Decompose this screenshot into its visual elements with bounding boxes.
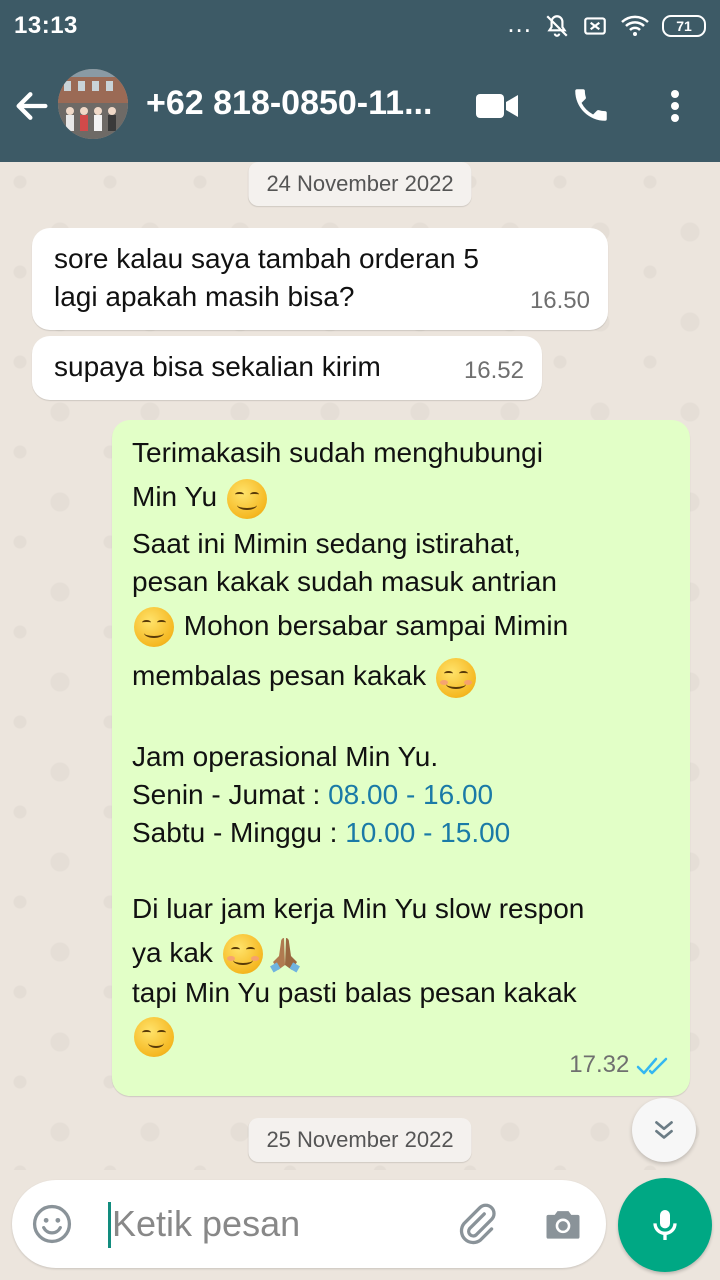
double-check-icon xyxy=(636,1057,668,1074)
contact-name[interactable]: +62 818-0850-11... xyxy=(146,84,432,123)
scroll-down-button[interactable] xyxy=(632,1098,696,1162)
hours-value[interactable]: 08.00 - 16.00 xyxy=(328,779,493,810)
video-call-icon[interactable] xyxy=(474,88,520,124)
mic-button[interactable] xyxy=(618,1178,712,1272)
chat-header: +62 818-0850-11... xyxy=(0,52,720,162)
emoji-icon[interactable] xyxy=(30,1202,74,1246)
message-text-line: Mohon bersabar sampai Mimin xyxy=(132,607,670,648)
message-text: membalas pesan kakak xyxy=(132,660,427,692)
hours-label: Sabtu - Minggu : xyxy=(132,816,346,848)
message-text-line: Terimakasih sudah menghubungi xyxy=(132,437,543,468)
notifications-muted-icon xyxy=(546,15,568,37)
scroll-down-icon xyxy=(655,1121,673,1139)
message-composer xyxy=(12,1180,606,1268)
message-text-line: Saat ini Mimin sedang istirahat, xyxy=(132,527,522,559)
attach-icon[interactable] xyxy=(454,1202,498,1246)
mic-icon xyxy=(653,1210,677,1240)
message-text: Mohon bersabar sampai Mimin xyxy=(183,609,569,641)
message-text-line: membalas pesan kakak xyxy=(132,657,670,698)
blushing-face-emoji xyxy=(435,657,476,698)
wifi-icon xyxy=(621,15,649,36)
outgoing-message[interactable]: Terimakasih sudah menghubungi Min Yu Saa… xyxy=(112,420,690,1096)
incoming-message[interactable]: sore kalau saya tambah orderan 5 lagi ap… xyxy=(32,228,608,330)
message-text-line: Di luar jam kerja Min Yu slow respon xyxy=(132,892,585,924)
more-notifications-indicator: ... xyxy=(507,8,532,38)
date-chip: 25 November 2022 xyxy=(248,1118,472,1162)
message-text: ya kak xyxy=(132,936,213,968)
chat-area[interactable]: 24 November 2022 sore kalau saya tambah … xyxy=(0,162,720,1170)
no-sim-icon xyxy=(584,17,606,35)
message-text-line: Senin - Jumat : 08.00 - 16.00 xyxy=(132,776,670,814)
folded-hands-emoji xyxy=(269,938,300,973)
message-time: 16.52 xyxy=(463,357,524,384)
message-text-line: tapi Min Yu pasti balas pesan kakak xyxy=(132,977,577,1009)
incoming-message[interactable]: supaya bisa sekalian kirim 16.52 xyxy=(32,336,542,400)
message-text-line: sore kalau saya tambah orderan 5 xyxy=(54,243,479,274)
message-text: supaya bisa sekalian kirim xyxy=(54,351,381,382)
message-input[interactable] xyxy=(112,1200,432,1248)
message-text-line: Min Yu xyxy=(132,478,670,519)
avatar-photo xyxy=(58,69,128,139)
status-icons: ... 71 xyxy=(507,8,706,40)
message-text: Min Yu xyxy=(132,481,218,512)
more-vert-icon[interactable] xyxy=(660,86,690,126)
smiling-face-emoji xyxy=(134,607,174,648)
text-cursor xyxy=(108,1202,111,1248)
message-time: 16.50 xyxy=(529,287,590,314)
message-text-line: ya kak xyxy=(132,934,670,975)
hours-label: Senin - Jumat : xyxy=(132,778,329,810)
hours-value[interactable]: 10.00 - 15.00 xyxy=(345,817,510,848)
smiling-face-emoji xyxy=(226,478,267,519)
message-text-line: Jam operasional Min Yu. xyxy=(132,740,439,772)
camera-icon[interactable] xyxy=(540,1202,586,1246)
status-time: 13:13 xyxy=(14,12,78,39)
status-bar: 13:13 ... 71 xyxy=(0,0,720,52)
message-text-line: lagi apakah masih bisa? xyxy=(54,281,355,312)
message-time: 17.32 xyxy=(569,1051,630,1078)
date-chip: 24 November 2022 xyxy=(248,162,472,206)
battery-level: 71 xyxy=(676,18,692,34)
battery-indicator: 71 xyxy=(662,15,706,37)
message-text-line: pesan kakak sudah masuk antrian xyxy=(132,565,557,597)
smirking-face-emoji xyxy=(134,1017,174,1058)
phone-icon[interactable] xyxy=(570,84,612,126)
message-text-line: Sabtu - Minggu : 10.00 - 15.00 xyxy=(132,814,670,852)
message-status: 17.32 xyxy=(569,1046,672,1084)
back-arrow-icon[interactable] xyxy=(12,86,52,126)
avatar[interactable] xyxy=(58,69,128,139)
blushing-face-emoji xyxy=(222,934,263,975)
